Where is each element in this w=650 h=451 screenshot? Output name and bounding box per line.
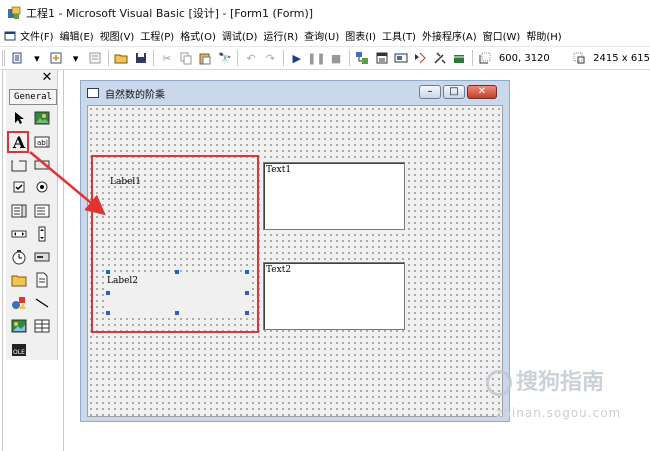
menu-diagram[interactable]: 图表(I): [345, 28, 376, 43]
watermark-brand: 搜狗指南: [486, 364, 604, 396]
end-icon[interactable]: ■: [328, 50, 343, 66]
redo-icon[interactable]: ↷: [263, 50, 278, 66]
menu-edit[interactable]: 编辑(E): [60, 28, 94, 43]
object-browser-icon[interactable]: [413, 50, 428, 66]
properties-window-icon[interactable]: [374, 50, 389, 66]
picturebox-tool-icon[interactable]: [32, 108, 52, 128]
menu-editor-icon[interactable]: [87, 50, 102, 66]
drivelistbox-tool-icon[interactable]: [32, 247, 52, 267]
position-readout: 600, 3120: [498, 52, 550, 64]
data-tool-icon[interactable]: [32, 316, 52, 336]
toolbox-panel: ✕ General A ab| OLE: [6, 70, 58, 360]
toolbar-separator: [237, 50, 239, 66]
dropdown-arrow-icon[interactable]: ▾: [29, 50, 44, 66]
data-view-icon[interactable]: [451, 50, 466, 66]
position-indicator-icon: [478, 50, 493, 66]
menu-addins[interactable]: 外接程序(A): [422, 28, 477, 43]
labels-highlight-box: [91, 155, 259, 333]
menu-help[interactable]: 帮助(H): [526, 28, 561, 43]
toolbox-divider: [63, 70, 64, 451]
shape-tool-icon[interactable]: [9, 293, 29, 313]
vb-app-icon: [7, 6, 21, 20]
hscrollbar-tool-icon[interactable]: [9, 224, 29, 244]
checkbox-tool-icon[interactable]: [9, 177, 29, 197]
open-project-icon[interactable]: [114, 50, 129, 66]
menu-query[interactable]: 查询(U): [304, 28, 339, 43]
text1-textbox[interactable]: Text1: [263, 162, 405, 230]
toolbar-grip[interactable]: [2, 50, 5, 66]
toolbar-separator: [471, 50, 473, 66]
break-icon[interactable]: ❚❚: [307, 50, 325, 66]
label-tool-highlight: [7, 131, 29, 153]
start-icon[interactable]: ▶: [289, 50, 304, 66]
commandbutton-tool-icon[interactable]: [32, 155, 52, 175]
pointer-tool-icon[interactable]: [9, 108, 29, 128]
textbox-tool-icon[interactable]: ab|: [32, 132, 52, 152]
add-form-icon[interactable]: [49, 50, 64, 66]
save-project-icon[interactable]: [133, 50, 148, 66]
line-tool-icon[interactable]: [32, 293, 52, 313]
filelistbox-tool-icon[interactable]: [32, 270, 52, 290]
menu-project[interactable]: 工程(P): [140, 28, 174, 43]
form-icon[interactable]: [4, 30, 16, 42]
close-button[interactable]: ✕: [467, 85, 497, 99]
find-icon[interactable]: 🔭: [217, 50, 232, 66]
toolbar-separator: [283, 50, 285, 66]
toolbox-icon[interactable]: [432, 50, 447, 66]
dropdown-arrow-icon[interactable]: ▾: [68, 50, 83, 66]
text2-textbox[interactable]: Text2: [263, 262, 405, 330]
timer-tool-icon[interactable]: [9, 247, 29, 267]
form-title-bar[interactable]: 自然数的阶乘 – □ ✕: [81, 81, 509, 105]
sogou-logo-icon: [486, 370, 512, 396]
toolbox-tab-general[interactable]: General: [9, 89, 57, 105]
frame-tool-icon[interactable]: [9, 155, 29, 175]
add-project-icon[interactable]: [10, 50, 25, 66]
menu-debug[interactable]: 调试(D): [222, 28, 258, 43]
combobox-tool-icon[interactable]: [9, 201, 29, 221]
form-icon: [87, 88, 99, 98]
optionbutton-tool-icon[interactable]: [32, 177, 52, 197]
toolbar-separator: [107, 50, 109, 66]
copy-icon[interactable]: [178, 50, 193, 66]
menu-format[interactable]: 格式(O): [180, 28, 216, 43]
window-edge: [2, 70, 3, 451]
watermark-url: zhinan.sogou.com: [496, 406, 622, 420]
minimize-button[interactable]: –: [419, 85, 441, 99]
project-explorer-icon[interactable]: [355, 50, 370, 66]
title-bar: 工程1 - Microsoft Visual Basic [设计] - [For…: [0, 0, 650, 25]
form-layout-icon[interactable]: [393, 50, 408, 66]
menu-file[interactable]: 文件(F): [20, 28, 54, 43]
window-title: 工程1 - Microsoft Visual Basic [设计] - [For…: [26, 6, 314, 20]
maximize-button[interactable]: □: [443, 85, 465, 99]
menu-window[interactable]: 窗口(W): [483, 28, 521, 43]
cut-icon[interactable]: ✂: [159, 50, 174, 66]
toolbar-separator: [153, 50, 155, 66]
menu-view[interactable]: 视图(V): [100, 28, 135, 43]
vscrollbar-tool-icon[interactable]: [32, 224, 52, 244]
svg-text:ab|: ab|: [37, 139, 48, 147]
ole-tool-icon[interactable]: OLE: [9, 340, 29, 360]
menu-bar: 文件(F) 编辑(E) 视图(V) 工程(P) 格式(O) 调试(D) 运行(R…: [0, 25, 650, 46]
paste-icon[interactable]: [198, 50, 213, 66]
size-readout: 2415 x 615: [593, 52, 650, 64]
svg-text:OLE: OLE: [13, 349, 25, 356]
toolbar-separator: [348, 50, 350, 66]
menu-run[interactable]: 运行(R): [263, 28, 298, 43]
undo-icon[interactable]: ↶: [243, 50, 258, 66]
menu-tools[interactable]: 工具(T): [382, 28, 416, 43]
size-indicator-icon: [572, 50, 587, 66]
dirlistbox-tool-icon[interactable]: [9, 270, 29, 290]
form-title: 自然数的阶乘: [105, 89, 165, 101]
image-tool-icon[interactable]: [9, 316, 29, 336]
close-icon[interactable]: ✕: [40, 71, 54, 85]
standard-toolbar: ▾ ▾ ✂ 🔭 ↶ ↷ ▶ ❚❚ ■ 600, 3120 2415 x 615: [0, 46, 650, 70]
listbox-tool-icon[interactable]: [32, 201, 52, 221]
